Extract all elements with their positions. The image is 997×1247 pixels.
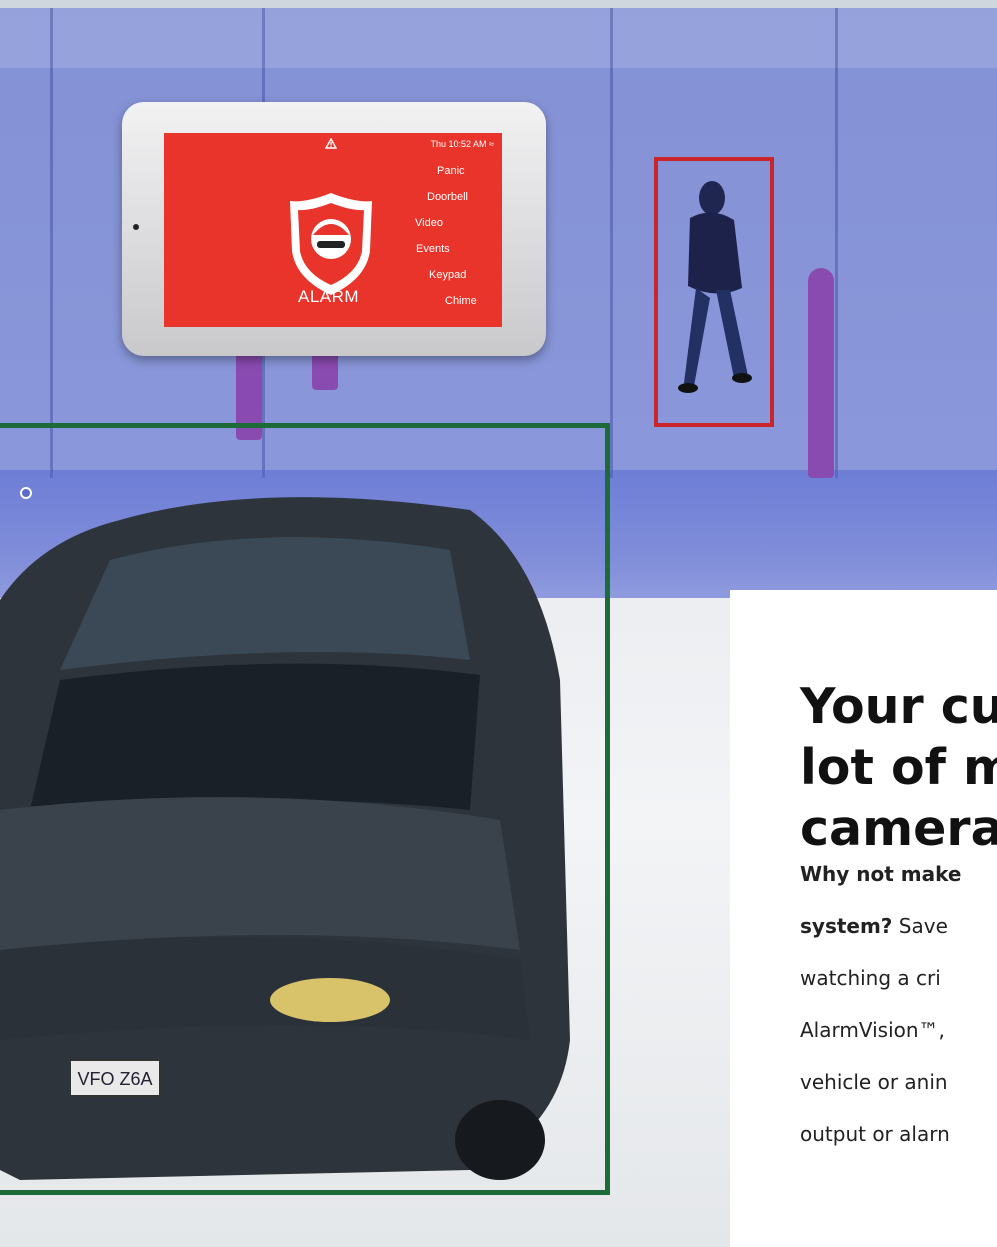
body-copy: Why not make system? Save watching a cri… [800,848,997,1160]
tablet-screen: Thu 10:52 AM ≈ ALARM Panic Doorbell Vide… [164,133,502,327]
wall-panel-line [50,8,53,478]
menu-item-chime[interactable]: Chime [445,295,477,307]
person-detection-box [654,157,774,427]
headline-line: Your cu [800,678,997,735]
menu-item-video[interactable]: Video [415,217,443,229]
menu-item-doorbell[interactable]: Doorbell [427,191,468,203]
warning-icon [325,138,337,149]
menu-item-panic[interactable]: Panic [437,165,465,177]
headline: Your cu lot of m camera [800,676,997,859]
body-line: watching a cri [800,966,941,990]
alarm-touchscreen-tablet: Thu 10:52 AM ≈ ALARM Panic Doorbell Vide… [122,102,546,356]
tablet-camera-dot [133,224,139,230]
vehicle-detection-box [0,423,610,1195]
status-time: Thu 10:52 AM [430,139,487,149]
menu-item-events[interactable]: Events [416,243,450,255]
body-line: AlarmVision™, [800,1018,945,1042]
wifi-icon: ≈ [489,139,494,149]
body-line: vehicle or anin [800,1070,948,1094]
alarm-brand-label: ALARM [298,287,360,306]
body-line: Why not make [800,862,962,886]
wall-panel-line [835,8,838,478]
wall-panel-line [610,8,613,478]
zone-marker-dot [20,487,32,499]
headline-line: lot of m [800,739,997,796]
status-bar: Thu 10:52 AM ≈ [430,139,494,149]
bollard [808,268,834,478]
alarm-shield-logo [290,193,372,295]
menu-item-keypad[interactable]: Keypad [429,269,466,281]
content-card: Your cu lot of m camera Why not make sys… [730,590,997,1247]
body-line: system? Save [800,914,948,938]
body-line: output or alarn [800,1122,950,1146]
